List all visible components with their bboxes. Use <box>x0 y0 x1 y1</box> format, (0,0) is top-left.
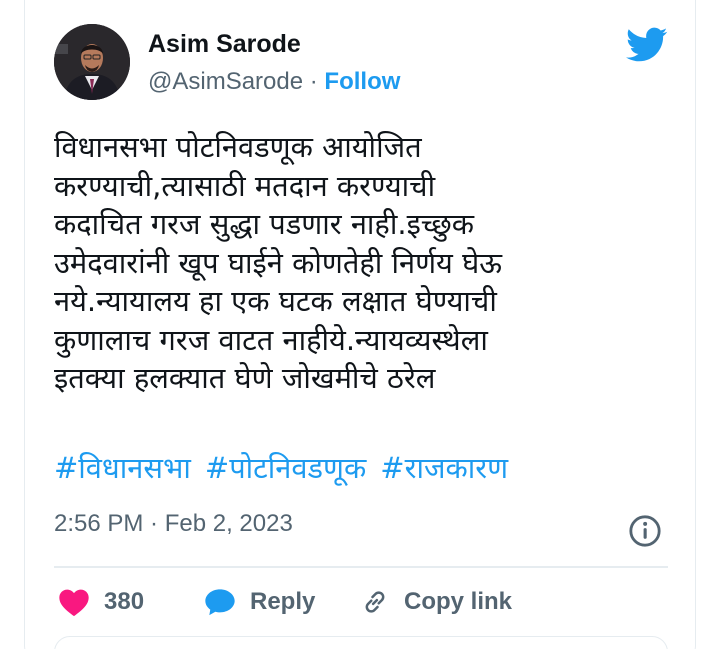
hashtag[interactable]: #राजकारण <box>380 451 508 485</box>
reply-button[interactable]: Reply <box>204 582 315 622</box>
reply-label: Reply <box>250 588 316 615</box>
tweet-text: विधानसभा पोटनिवडणूक आयोजित करण्याची,त्या… <box>54 130 503 395</box>
next-tweet-card <box>54 636 668 649</box>
info-icon[interactable] <box>628 514 662 548</box>
tweet-actions: 380 Reply Copy link <box>54 582 668 622</box>
hashtag[interactable]: #विधानसभा <box>54 451 191 485</box>
like-count: 380 <box>104 588 145 615</box>
avatar[interactable] <box>54 24 130 100</box>
separator-dot: · <box>303 68 325 95</box>
speech-bubble-icon <box>205 589 235 616</box>
tweet-timestamp[interactable]: 2:56 PM · Feb 2, 2023 <box>54 510 293 538</box>
hashtag-list: #विधानसभा #पोटनिवडणूक #राजकारण <box>54 449 674 487</box>
heart-icon <box>59 589 89 617</box>
link-icon <box>365 591 385 613</box>
avatar-photo <box>54 24 130 100</box>
divider <box>54 566 668 568</box>
twitter-bird-icon[interactable] <box>626 27 668 63</box>
author-handle[interactable]: @AsimSarode <box>148 68 303 95</box>
author-handle-line: @AsimSarode · Follow <box>148 68 400 96</box>
copy-link-label: Copy link <box>404 588 513 615</box>
follow-button[interactable]: Follow <box>324 68 400 95</box>
copy-link-button[interactable]: Copy link <box>360 582 512 622</box>
author-name[interactable]: Asim Sarode <box>148 30 301 59</box>
hashtag[interactable]: #पोटनिवडणूक <box>205 451 366 485</box>
like-button[interactable]: 380 <box>58 582 144 622</box>
